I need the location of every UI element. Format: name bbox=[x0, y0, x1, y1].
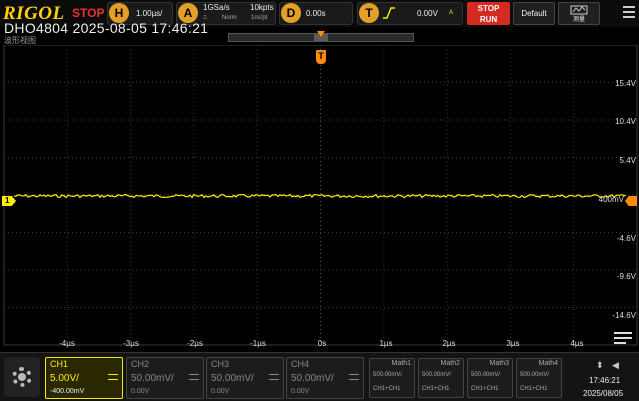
math3-name: Math3 bbox=[489, 360, 509, 367]
bottom-bar: CH1 5.00V/ -400.00mV CH2 50.00mV/ 0.00V … bbox=[0, 352, 639, 401]
math4-name: Math4 bbox=[538, 360, 558, 367]
ch2-scale: 50.00mV/ bbox=[131, 373, 174, 384]
model-datetime: DHO4804 2025-08-05 17:46:21 bbox=[4, 20, 209, 36]
math3-expr: CH1+CH1 bbox=[471, 386, 499, 392]
y-label: 10.4V bbox=[615, 117, 636, 126]
delay-value: 0.00s bbox=[306, 9, 326, 18]
ch1-offset: -400.00mV bbox=[50, 388, 85, 395]
x-label: 4µs bbox=[570, 339, 584, 348]
ch4-offset: 0.00V bbox=[291, 388, 310, 395]
stop-run-button[interactable]: STOP RUN bbox=[467, 2, 510, 25]
waveform-grid[interactable] bbox=[0, 45, 639, 350]
run-state-indicator[interactable]: STOP bbox=[72, 6, 104, 20]
main-menu-icon[interactable] bbox=[623, 6, 635, 20]
math2-expr: CH1+CH1 bbox=[422, 386, 450, 392]
math1-panel[interactable]: Math1 500.00mV/ CH1+CH1 bbox=[369, 358, 415, 398]
coupling-icon bbox=[108, 374, 118, 380]
measure-icon bbox=[570, 5, 588, 15]
ch3-name: CH3 bbox=[211, 359, 230, 369]
oscilloscope-screen: RIGOL STOP H 1.00µs/ A 1GSa/s 10kpts ⎍ N… bbox=[0, 0, 639, 401]
math2-scale: 500.00mV/ bbox=[422, 372, 452, 378]
y-label: -4.6V bbox=[616, 234, 636, 243]
x-label: -2µs bbox=[187, 339, 203, 348]
x-label: -3µs bbox=[123, 339, 139, 348]
x-label: -1µs bbox=[250, 339, 266, 348]
trigger-time-marker[interactable]: T bbox=[316, 50, 326, 64]
timebase-value: 1.00µs/ bbox=[136, 9, 163, 18]
run-label: RUN bbox=[479, 15, 498, 24]
waveform-menu-icon[interactable] bbox=[614, 332, 632, 346]
x-label: 1µs bbox=[379, 339, 393, 348]
trigger-level: 0.00V bbox=[417, 9, 438, 18]
math4-panel[interactable]: Math4 500.00mV/ CH1+CH1 bbox=[516, 358, 562, 398]
ch2-name: CH2 bbox=[131, 359, 150, 369]
math2-panel[interactable]: Math2 500.00mV/ CH1+CH1 bbox=[418, 358, 464, 398]
math4-scale: 500.00mV/ bbox=[520, 372, 550, 378]
coupling-icon bbox=[269, 374, 279, 380]
trigger-badge: T bbox=[359, 3, 379, 23]
ch4-scale: 50.00mV/ bbox=[291, 373, 334, 384]
grid-svg bbox=[3, 45, 638, 346]
ch2-panel[interactable]: CH2 50.00mV/ 0.00V bbox=[126, 357, 204, 399]
math1-expr: CH1+CH1 bbox=[373, 386, 401, 392]
measure-button[interactable]: 测量 bbox=[558, 2, 600, 25]
usb-icon: ⬍ bbox=[596, 360, 604, 370]
trigger-source: A bbox=[449, 10, 454, 16]
trigger-position-arrow bbox=[317, 31, 325, 37]
default-button[interactable]: Default bbox=[513, 2, 555, 25]
ch3-panel[interactable]: CH3 50.00mV/ 0.00V bbox=[206, 357, 284, 399]
math1-name: Math1 bbox=[391, 360, 411, 367]
math1-scale: 500.00mV/ bbox=[373, 372, 403, 378]
status-time: 17:46:21 bbox=[589, 376, 621, 385]
x-label: -4µs bbox=[59, 339, 75, 348]
ch1-name: CH1 bbox=[50, 359, 69, 369]
x-label: 3µs bbox=[506, 339, 520, 348]
rising-edge-icon bbox=[383, 7, 395, 19]
ch3-scale: 50.00mV/ bbox=[211, 373, 254, 384]
coupling-icon bbox=[349, 374, 359, 380]
y-label: -9.6V bbox=[616, 272, 636, 281]
y-label: 5.4V bbox=[619, 156, 636, 165]
y-label: 400mV bbox=[598, 195, 624, 204]
delay-badge: D bbox=[281, 3, 301, 23]
y-label: -14.6V bbox=[612, 311, 636, 320]
ch1-panel[interactable]: CH1 5.00V/ -400.00mV bbox=[45, 357, 123, 399]
acquire-mode: Norm bbox=[222, 15, 237, 21]
sample-rate: 1GSa/s bbox=[203, 3, 230, 12]
sample-interval: 1ns/pt bbox=[251, 15, 268, 21]
x-label: 0s bbox=[317, 339, 327, 348]
stop-label: STOP bbox=[477, 4, 500, 13]
status-date: 2025/08/05 bbox=[583, 389, 624, 398]
ch2-offset: 0.00V bbox=[131, 388, 150, 395]
x-label: 2µs bbox=[442, 339, 456, 348]
math2-name: Math2 bbox=[440, 360, 460, 367]
ch3-offset: 0.00V bbox=[211, 388, 230, 395]
speaker-icon[interactable]: ◀ bbox=[612, 360, 619, 371]
home-button[interactable] bbox=[4, 357, 40, 397]
coupling-icon bbox=[189, 374, 199, 380]
ch4-name: CH4 bbox=[291, 359, 310, 369]
ch1-scale: 5.00V/ bbox=[50, 373, 79, 384]
gear-icon-center bbox=[18, 373, 26, 381]
math3-panel[interactable]: Math3 500.00mV/ CH1+CH1 bbox=[467, 358, 513, 398]
math3-scale: 500.00mV/ bbox=[471, 372, 501, 378]
memory-depth: 10kpts bbox=[250, 3, 274, 12]
math4-expr: CH1+CH1 bbox=[520, 386, 548, 392]
measure-label: 测量 bbox=[572, 17, 585, 23]
ch4-panel[interactable]: CH4 50.00mV/ 0.00V bbox=[286, 357, 364, 399]
y-label: 15.4V bbox=[615, 79, 636, 88]
